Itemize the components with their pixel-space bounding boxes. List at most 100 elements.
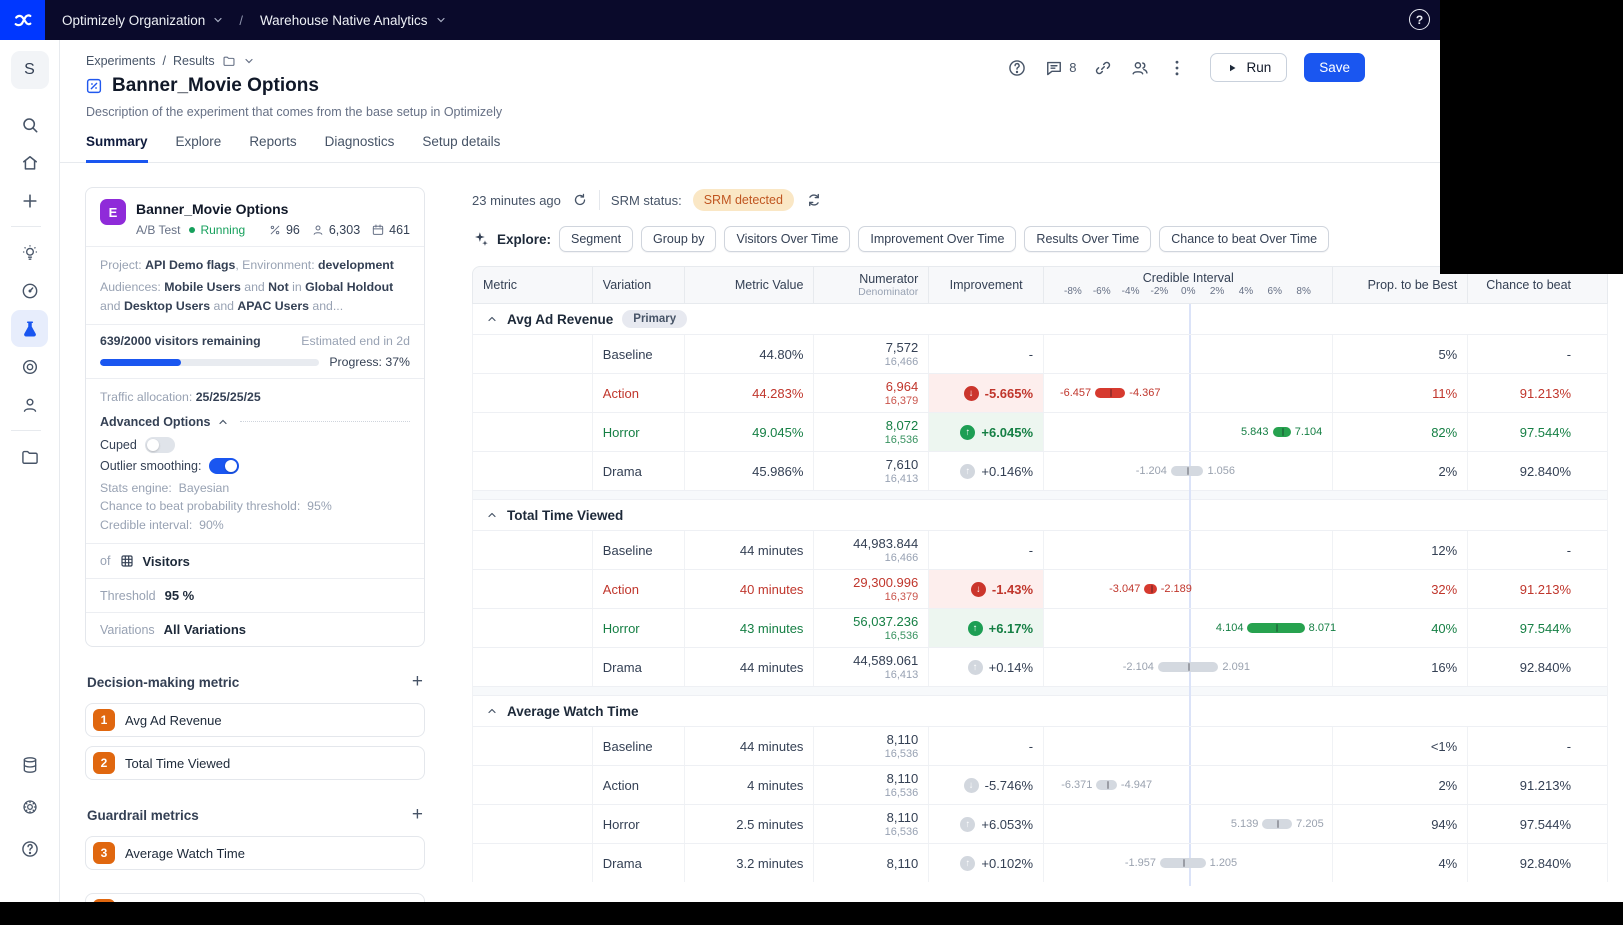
- experiment-badge: E: [100, 199, 126, 225]
- folder-icon: [20, 447, 40, 467]
- col-metric: Metric: [473, 267, 593, 303]
- experiment-sidebar: E Banner_Movie Options A/B Test Running …: [85, 187, 425, 925]
- org-switcher[interactable]: Optimizely Organization: [62, 13, 224, 28]
- tab-reports[interactable]: Reports: [249, 134, 296, 163]
- outlier-smoothing-toggle[interactable]: [209, 457, 240, 474]
- chevron-down-icon[interactable]: [243, 55, 255, 67]
- cell-variation: Drama: [593, 648, 685, 686]
- section-gap: [473, 686, 1607, 696]
- metric-section-title: Avg Ad Revenue: [507, 311, 614, 327]
- explore-chip-visitors-over-time[interactable]: Visitors Over Time: [724, 226, 851, 252]
- rail-item-help[interactable]: [11, 830, 48, 867]
- add-metric-button[interactable]: +: [412, 671, 423, 693]
- explore-chip-segment[interactable]: Segment: [559, 226, 634, 252]
- metric-section-header[interactable]: Total Time Viewed: [473, 500, 1607, 530]
- workspace-avatar[interactable]: S: [10, 51, 49, 89]
- collaborators-button[interactable]: [1130, 58, 1150, 78]
- rail-item-experiments[interactable]: [11, 310, 48, 347]
- help-button[interactable]: [1007, 58, 1027, 78]
- metric-card[interactable]: 2 Total Time Viewed: [85, 746, 425, 781]
- cell-numerator-denominator: 7,572 16,466: [814, 335, 930, 373]
- add-metric-button[interactable]: +: [412, 804, 423, 826]
- explore-chip-chance-to-beat-over-time[interactable]: Chance to beat Over Time: [1159, 226, 1330, 252]
- ci-bar: [1157, 662, 1219, 672]
- results-panel: 23 minutes ago SRM status: SRM detected …: [455, 167, 1623, 925]
- ci-high-label: -4.947: [1120, 779, 1153, 791]
- explore-chip-improvement-over-time[interactable]: Improvement Over Time: [858, 226, 1017, 252]
- cell-numerator-denominator: 56,037.236 16,536: [814, 609, 930, 647]
- cell-metric-value: 44 minutes: [685, 531, 815, 569]
- comments-button[interactable]: 8: [1044, 58, 1076, 78]
- cell-variation: Action: [593, 766, 685, 804]
- cell-numerator-denominator: 8,072 16,536: [814, 413, 930, 451]
- advanced-options-toggle[interactable]: Advanced Options: [100, 415, 410, 429]
- cell-improvement: ↓ -1.43%: [929, 570, 1045, 608]
- metric-section-header[interactable]: Avg Ad Revenue Primary: [473, 304, 1607, 334]
- rail-item-rings[interactable]: [11, 348, 48, 385]
- ci-high-label: 1.056: [1207, 465, 1236, 477]
- optimizely-logo[interactable]: [0, 0, 45, 40]
- cell-metric-value: 44.80%: [685, 335, 815, 373]
- cuped-row: Cuped: [100, 436, 410, 453]
- refresh-icon[interactable]: [572, 192, 588, 208]
- more-options-button[interactable]: [1167, 58, 1187, 78]
- threshold-row[interactable]: Threshold 95 %: [86, 578, 424, 612]
- of-row[interactable]: of Visitors: [86, 543, 424, 578]
- metric-card[interactable]: 1 Avg Ad Revenue: [85, 703, 425, 738]
- divider: [598, 190, 600, 210]
- explore-chip-results-over-time[interactable]: Results Over Time: [1024, 226, 1152, 252]
- cuped-toggle[interactable]: [144, 436, 175, 453]
- rail-item-database[interactable]: [11, 746, 48, 783]
- explore-chip-group-by[interactable]: Group by: [641, 226, 717, 252]
- rail-item-gauge[interactable]: [11, 272, 48, 309]
- metric-card[interactable]: 3 Average Watch Time: [85, 836, 425, 871]
- rail-item-folder[interactable]: [11, 438, 48, 475]
- metric-section-header[interactable]: Average Watch Time: [473, 696, 1607, 726]
- cell-numerator-denominator: 44,589.061 16,413: [814, 648, 930, 686]
- cell-variation: Action: [593, 374, 685, 412]
- cell-numerator-denominator: 44,983.844 16,466: [814, 531, 930, 569]
- cell-chance-to-beat: 91.213%: [1519, 385, 1572, 401]
- rail-item-gear[interactable]: [11, 788, 48, 825]
- rail-item-insights[interactable]: [11, 234, 48, 271]
- allocation-icon: [268, 223, 282, 237]
- cell-prop-to-be-best: 5%: [1333, 335, 1469, 373]
- page-title: Banner_Movie Options: [85, 75, 319, 97]
- tab-explore[interactable]: Explore: [176, 134, 222, 163]
- progress-bar: [100, 358, 320, 366]
- run-button[interactable]: Run: [1210, 53, 1288, 82]
- app-switcher[interactable]: Warehouse Native Analytics: [260, 13, 447, 28]
- rail-item-plus[interactable]: [11, 182, 48, 219]
- cell-prop-to-be-best: 11%: [1333, 374, 1469, 412]
- metric-card-label: Total Time Viewed: [125, 755, 231, 771]
- save-button[interactable]: Save: [1304, 53, 1365, 82]
- cell-metric: [473, 648, 593, 686]
- rail-item-search[interactable]: [11, 106, 48, 143]
- tab-summary[interactable]: Summary: [86, 134, 148, 163]
- breadcrumb-experiments[interactable]: Experiments: [86, 54, 155, 68]
- result-row: Drama 44 minutes 44,589.061 16,413 ↑ +0.14% -2…: [473, 647, 1607, 686]
- ci-high-label: 2.091: [1222, 661, 1250, 673]
- cell-chance-to-beat: 92.840%: [1519, 463, 1572, 479]
- folder-icon[interactable]: [222, 54, 236, 68]
- tab-diagnostics[interactable]: Diagnostics: [325, 134, 395, 163]
- experiment-type: A/B Test: [136, 223, 181, 237]
- ci-bar: [1272, 427, 1291, 437]
- section-gap: [473, 490, 1607, 500]
- rings-icon: [20, 357, 40, 377]
- breadcrumb-results[interactable]: Results: [173, 54, 215, 68]
- rail-item-person[interactable]: [11, 386, 48, 423]
- project-line: Project: API Demo flags, Environment: de…: [100, 258, 394, 272]
- cell-prop-to-be-best: 2%: [1333, 452, 1469, 490]
- last-updated: 23 minutes ago: [472, 192, 561, 208]
- stat-allocation: 96: [268, 223, 300, 237]
- topbar-help-button[interactable]: ?: [1409, 9, 1430, 30]
- share-link-button[interactable]: [1093, 58, 1113, 78]
- variations-row[interactable]: Variations All Variations: [86, 612, 424, 646]
- cell-credible-interval: -6.457 -4.367: [1044, 374, 1334, 412]
- rail-item-home[interactable]: [11, 144, 48, 181]
- gear-icon: [20, 797, 40, 817]
- search-icon: [20, 115, 40, 135]
- recalculate-icon[interactable]: [805, 191, 823, 209]
- tab-setup-details[interactable]: Setup details: [422, 134, 500, 163]
